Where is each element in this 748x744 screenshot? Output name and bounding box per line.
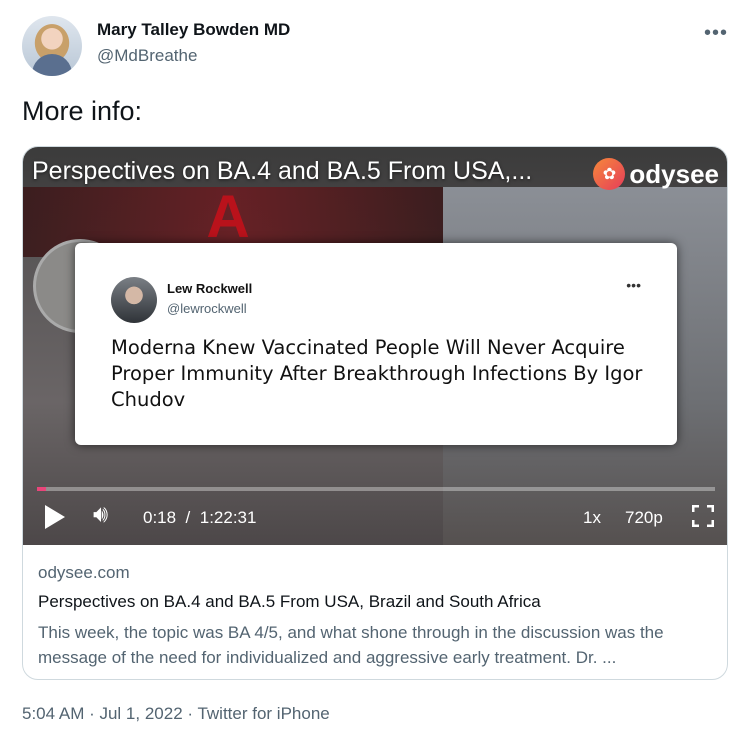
video-title[interactable]: Perspectives on BA.4 and BA.5 From USA,.… — [32, 157, 532, 186]
fullscreen-icon[interactable] — [692, 505, 714, 527]
odysee-wordmark: odysee — [629, 158, 719, 189]
progress-bar[interactable] — [37, 487, 715, 491]
card-title[interactable]: Perspectives on BA.4 and BA.5 From USA, … — [38, 592, 714, 612]
embedded-more-icon: ••• — [626, 277, 641, 293]
tweet-text: More info: — [22, 96, 143, 126]
embedded-headline: Moderna Knew Vaccinated People Will Neve… — [111, 336, 643, 411]
odysee-brand[interactable]: ✿ odysee — [593, 157, 719, 191]
author-avatar[interactable] — [22, 16, 82, 76]
card-domain: odysee.com — [38, 563, 130, 582]
author-handle[interactable]: @MdBreathe — [97, 46, 197, 66]
author-name[interactable]: Mary Talley Bowden MD — [97, 20, 290, 40]
video-controls: 🔊︎ 0:18 / 1:22:31 1x 720p — [23, 477, 727, 545]
video-player[interactable]: A Perspectives on BA.4 and BA.5 From USA… — [23, 147, 727, 545]
embedded-tweet: Lew Rockwell @lewrockwell ••• Moderna Kn… — [75, 243, 677, 445]
embedded-author-name: Lew Rockwell — [167, 281, 253, 296]
card-meta[interactable]: odysee.com Perspectives on BA.4 and BA.5… — [38, 563, 714, 670]
more-options-icon[interactable]: ••• — [704, 22, 728, 45]
embedded-author-handle: @lewrockwell — [167, 301, 247, 316]
time-display: 0:18 / 1:22:31 — [143, 508, 256, 528]
current-time: 0:18 — [143, 508, 177, 527]
progress-fill — [37, 487, 47, 491]
playback-speed-button[interactable]: 1x — [583, 508, 601, 528]
time-separator: / — [185, 508, 191, 527]
odysee-logo-icon: ✿ — [593, 158, 626, 190]
tweet-timestamp[interactable]: 5:04 AM · Jul 1, 2022 · Twitter for iPho… — [22, 704, 330, 724]
volume-icon[interactable]: 🔊︎ — [93, 501, 108, 529]
card-description: This week, the topic was BA 4/5, and wha… — [38, 623, 664, 667]
embedded-avatar — [111, 277, 157, 323]
link-card[interactable]: A Perspectives on BA.4 and BA.5 From USA… — [22, 146, 728, 680]
duration: 1:22:31 — [199, 508, 257, 527]
background-logo-icon: A — [206, 183, 250, 250]
play-icon[interactable] — [45, 505, 65, 529]
quality-button[interactable]: 720p — [625, 508, 663, 528]
